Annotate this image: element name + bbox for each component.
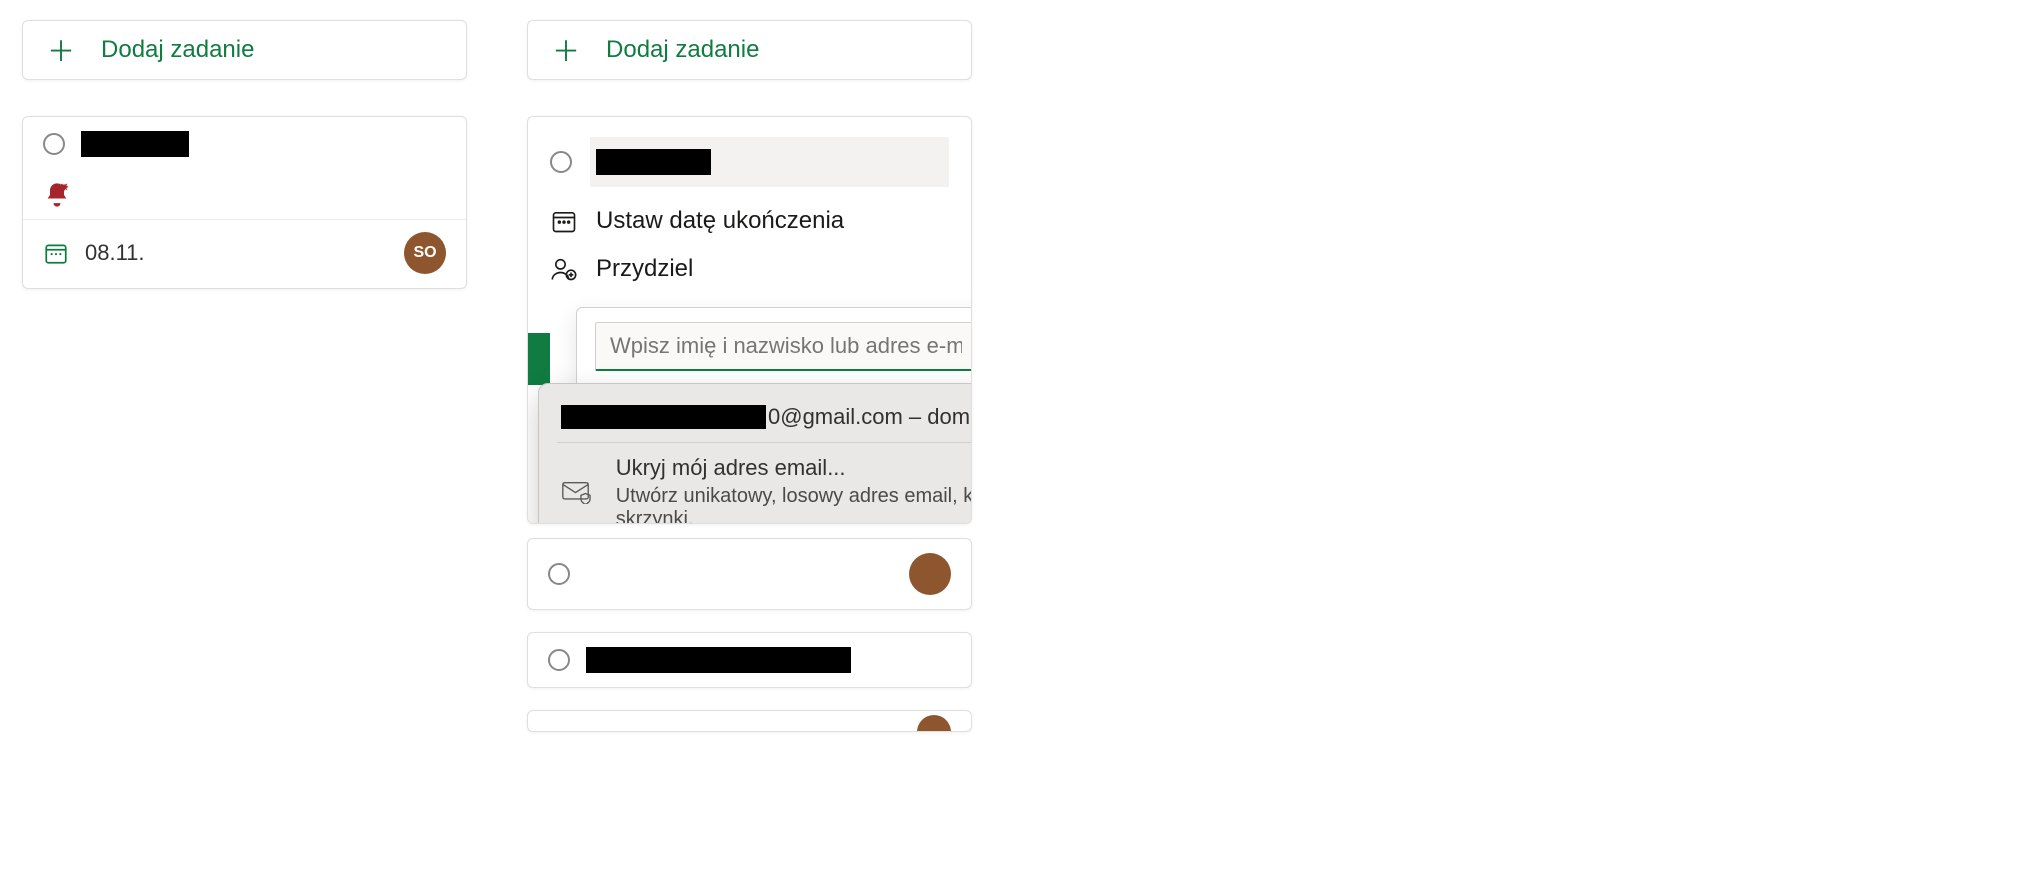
complete-radio[interactable]	[548, 649, 570, 671]
complete-radio[interactable]	[548, 563, 570, 585]
calendar-icon	[43, 240, 69, 266]
assign-row[interactable]: Przydziel	[528, 245, 971, 293]
complete-radio[interactable]	[43, 133, 65, 155]
autofill-hide-email[interactable]: Ukryj mój adres email... Utwórz unikatow…	[539, 447, 972, 524]
task-title-input[interactable]	[590, 137, 949, 187]
complete-radio[interactable]	[550, 151, 572, 173]
add-task-button-zadania[interactable]: ＋ Dodaj zadanie	[527, 20, 972, 80]
task-card[interactable]	[527, 538, 972, 610]
mail-shield-icon	[561, 479, 594, 507]
task-card[interactable]	[527, 710, 972, 732]
task-card[interactable]	[527, 632, 972, 688]
add-task-button-terminy[interactable]: ＋ Dodaj zadanie	[22, 20, 467, 80]
task-title-redacted	[81, 131, 189, 157]
autofill-hide-sub: Utwórz unikatowy, losowy adres email, kt…	[616, 485, 972, 524]
column-terminy: TERMINY ＋ Dodaj zadanie 08.1	[22, 0, 467, 754]
set-due-date-label: Ustaw datę ukończenia	[596, 207, 844, 235]
task-card[interactable]: 08.11. SO	[22, 116, 467, 289]
autofill-suggestion[interactable]: 0@gmail.com – dom	[539, 396, 972, 438]
add-task-label: Dodaj zadanie	[101, 36, 254, 64]
assign-label: Przydziel	[596, 255, 693, 283]
task-title-redacted	[596, 149, 711, 175]
assignee-avatar[interactable]	[909, 553, 951, 595]
column-add-bucket[interactable]: Dodaj nowy przedział	[1032, 0, 1477, 754]
add-task-label: Dodaj zadanie	[606, 36, 759, 64]
autofill-hide-title: Ukryj mój adres email...	[616, 455, 972, 481]
plus-icon: ＋	[552, 30, 580, 70]
plus-icon: ＋	[47, 30, 75, 70]
set-due-date-row[interactable]: Ustaw datę ukończenia	[528, 197, 971, 245]
task-date: 08.11.	[85, 240, 145, 266]
bell-alert-icon	[43, 181, 71, 209]
assign-search-field[interactable]	[595, 322, 972, 371]
column-zadania: ZADANIA ＋ Dodaj zadanie Ustaw datę ukońc…	[527, 0, 972, 754]
calendar-icon	[550, 207, 578, 235]
task-title-redacted	[586, 647, 851, 673]
green-accent	[528, 333, 550, 385]
assign-search-input[interactable]	[610, 333, 962, 359]
assignee-avatar[interactable]: SO	[404, 232, 446, 274]
assign-person-icon	[550, 255, 578, 283]
autofill-redacted	[561, 405, 766, 429]
assignee-avatar[interactable]	[917, 715, 951, 732]
task-edit-card[interactable]: Ustaw datę ukończenia Przydziel	[527, 116, 972, 524]
autofill-suggestion-text: 0@gmail.com – dom	[768, 404, 970, 430]
autofill-popup: 0@gmail.com – dom Ukryj mój adres email.…	[538, 383, 972, 524]
